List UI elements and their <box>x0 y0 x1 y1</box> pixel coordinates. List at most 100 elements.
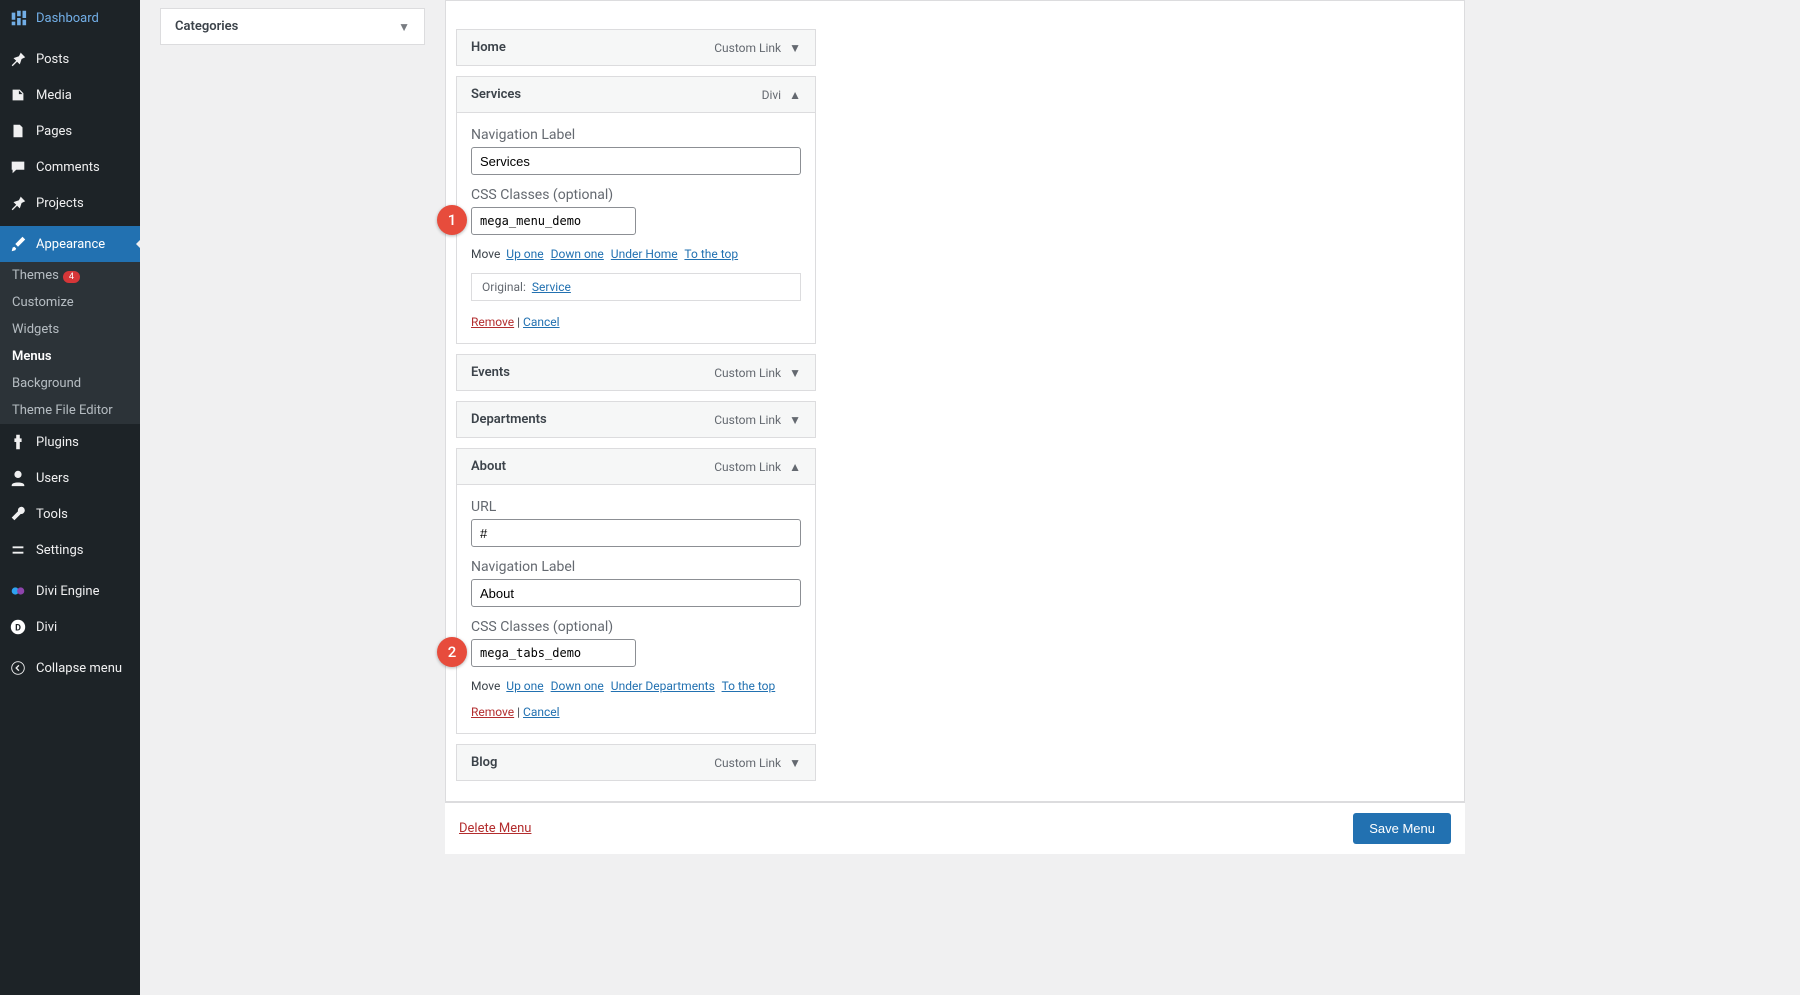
sidebar-label: Divi Engine <box>36 584 99 599</box>
annotation-badge-1: 1 <box>437 205 467 235</box>
user-icon <box>8 468 28 488</box>
move-top-link[interactable]: To the top <box>722 679 776 693</box>
cancel-link[interactable]: Cancel <box>523 705 560 719</box>
themes-update-badge: 4 <box>63 271 80 283</box>
move-down-link[interactable]: Down one <box>551 679 604 693</box>
sidebar-item-posts[interactable]: Posts <box>0 41 140 77</box>
menu-item-bar[interactable]: Blog Custom Link▼ <box>456 744 816 781</box>
move-top-link[interactable]: To the top <box>684 247 738 261</box>
menu-item-title: Blog <box>471 755 497 770</box>
menu-item-bar[interactable]: Departments Custom Link▼ <box>456 401 816 438</box>
nav-label-input[interactable] <box>471 579 801 607</box>
dashboard-icon <box>8 8 28 28</box>
original-link[interactable]: Service <box>532 280 571 294</box>
css-classes-label: CSS Classes (optional) <box>471 619 801 635</box>
sidebar-label: Dashboard <box>36 11 99 26</box>
move-row: Move Up one Down one Under Home To the t… <box>471 247 801 261</box>
sidebar-label: Divi <box>36 620 57 635</box>
brush-icon <box>8 234 28 254</box>
css-classes-input[interactable] <box>471 207 636 235</box>
menu-item-bar[interactable]: Home Custom Link▼ <box>456 29 816 66</box>
categories-panel: Categories ▼ <box>160 8 425 45</box>
divi-icon: D <box>8 617 28 637</box>
menu-item-type: Divi▲ <box>762 88 801 102</box>
menu-item-events: Events Custom Link▼ <box>456 354 816 391</box>
menu-item-title: Events <box>471 365 510 380</box>
menu-item-about: About Custom Link▲ URL Navigation Label <box>456 448 816 734</box>
pages-icon <box>8 121 28 141</box>
sidebar-item-pages[interactable]: Pages <box>0 113 140 149</box>
sidebar-label: Settings <box>36 543 83 558</box>
sidebar-label: Pages <box>36 124 72 139</box>
menu-item-settings: URL Navigation Label CSS Classes (option… <box>456 485 816 734</box>
sidebar-label: Plugins <box>36 435 79 450</box>
sidebar-item-users[interactable]: Users <box>0 460 140 496</box>
sidebar-sub-widgets[interactable]: Widgets <box>0 316 140 343</box>
original-box: Original: Service <box>471 273 801 301</box>
settings-icon <box>8 540 28 560</box>
sidebar-item-media[interactable]: Media <box>0 77 140 113</box>
caret-up-icon[interactable]: ▲ <box>789 460 801 474</box>
nav-label-label: Navigation Label <box>471 127 801 143</box>
move-down-link[interactable]: Down one <box>551 247 604 261</box>
sidebar-item-divi[interactable]: D Divi <box>0 609 140 645</box>
menu-item-bar[interactable]: About Custom Link▲ <box>456 448 816 485</box>
sidebar-label: Posts <box>36 52 69 67</box>
remove-row: Remove | Cancel <box>471 705 801 719</box>
collapse-icon <box>8 658 28 678</box>
sidebar-item-settings[interactable]: Settings <box>0 532 140 568</box>
sidebar-sub-themes[interactable]: Themes4 <box>0 262 140 289</box>
menu-item-type: Custom Link▼ <box>714 756 801 770</box>
move-up-link[interactable]: Up one <box>506 247 543 261</box>
remove-link[interactable]: Remove <box>471 705 514 719</box>
sidebar-sub-menus[interactable]: Menus <box>0 343 140 370</box>
css-classes-input[interactable] <box>471 639 636 667</box>
sidebar-item-collapse[interactable]: Collapse menu <box>0 650 140 686</box>
sidebar-item-divi-engine[interactable]: Divi Engine <box>0 573 140 609</box>
sidebar-item-projects[interactable]: Projects <box>0 185 140 221</box>
caret-down-icon[interactable]: ▼ <box>789 366 801 380</box>
url-input[interactable] <box>471 519 801 547</box>
caret-down-icon[interactable]: ▼ <box>789 756 801 770</box>
caret-down-icon[interactable]: ▼ <box>789 413 801 427</box>
categories-title: Categories <box>175 19 238 34</box>
sidebar-item-tools[interactable]: Tools <box>0 496 140 532</box>
cancel-link[interactable]: Cancel <box>523 315 560 329</box>
plugin-icon <box>8 432 28 452</box>
wrench-icon <box>8 504 28 524</box>
annotation-badge-2: 2 <box>437 637 467 667</box>
sidebar-item-dashboard[interactable]: Dashboard <box>0 0 140 36</box>
sidebar-label: Tools <box>36 507 68 522</box>
url-label: URL <box>471 499 801 515</box>
media-icon <box>8 85 28 105</box>
sidebar-label: Comments <box>36 160 100 175</box>
menu-item-blog: Blog Custom Link▼ <box>456 744 816 781</box>
svg-text:D: D <box>15 624 21 634</box>
menu-item-bar[interactable]: Events Custom Link▼ <box>456 354 816 391</box>
sidebar-label: Media <box>36 88 72 103</box>
sidebar-label: Appearance <box>36 237 105 252</box>
sidebar-sub-customize[interactable]: Customize <box>0 289 140 316</box>
sidebar-item-plugins[interactable]: Plugins <box>0 424 140 460</box>
divi-engine-icon <box>8 581 28 601</box>
nav-label-label: Navigation Label <box>471 559 801 575</box>
menu-item-type: Custom Link▼ <box>714 366 801 380</box>
move-row: Move Up one Down one Under Departments T… <box>471 679 801 693</box>
caret-down-icon[interactable]: ▼ <box>789 41 801 55</box>
sidebar-sub-background[interactable]: Background <box>0 370 140 397</box>
caret-up-icon[interactable]: ▲ <box>789 88 801 102</box>
nav-label-input[interactable] <box>471 147 801 175</box>
remove-link[interactable]: Remove <box>471 315 514 329</box>
categories-panel-header[interactable]: Categories ▼ <box>161 9 424 44</box>
move-up-link[interactable]: Up one <box>506 679 543 693</box>
menu-item-bar[interactable]: Services Divi▲ <box>456 76 816 113</box>
delete-menu-link[interactable]: Delete Menu <box>459 821 531 836</box>
save-menu-button[interactable]: Save Menu <box>1353 813 1451 844</box>
sidebar-item-comments[interactable]: Comments <box>0 149 140 185</box>
move-under-link[interactable]: Under Home <box>611 247 678 261</box>
move-under-link[interactable]: Under Departments <box>611 679 715 693</box>
sidebar-sub-theme-file-editor[interactable]: Theme File Editor <box>0 397 140 424</box>
menu-item-title: About <box>471 459 506 474</box>
menu-item-title: Home <box>471 40 506 55</box>
sidebar-item-appearance[interactable]: Appearance <box>0 226 140 262</box>
